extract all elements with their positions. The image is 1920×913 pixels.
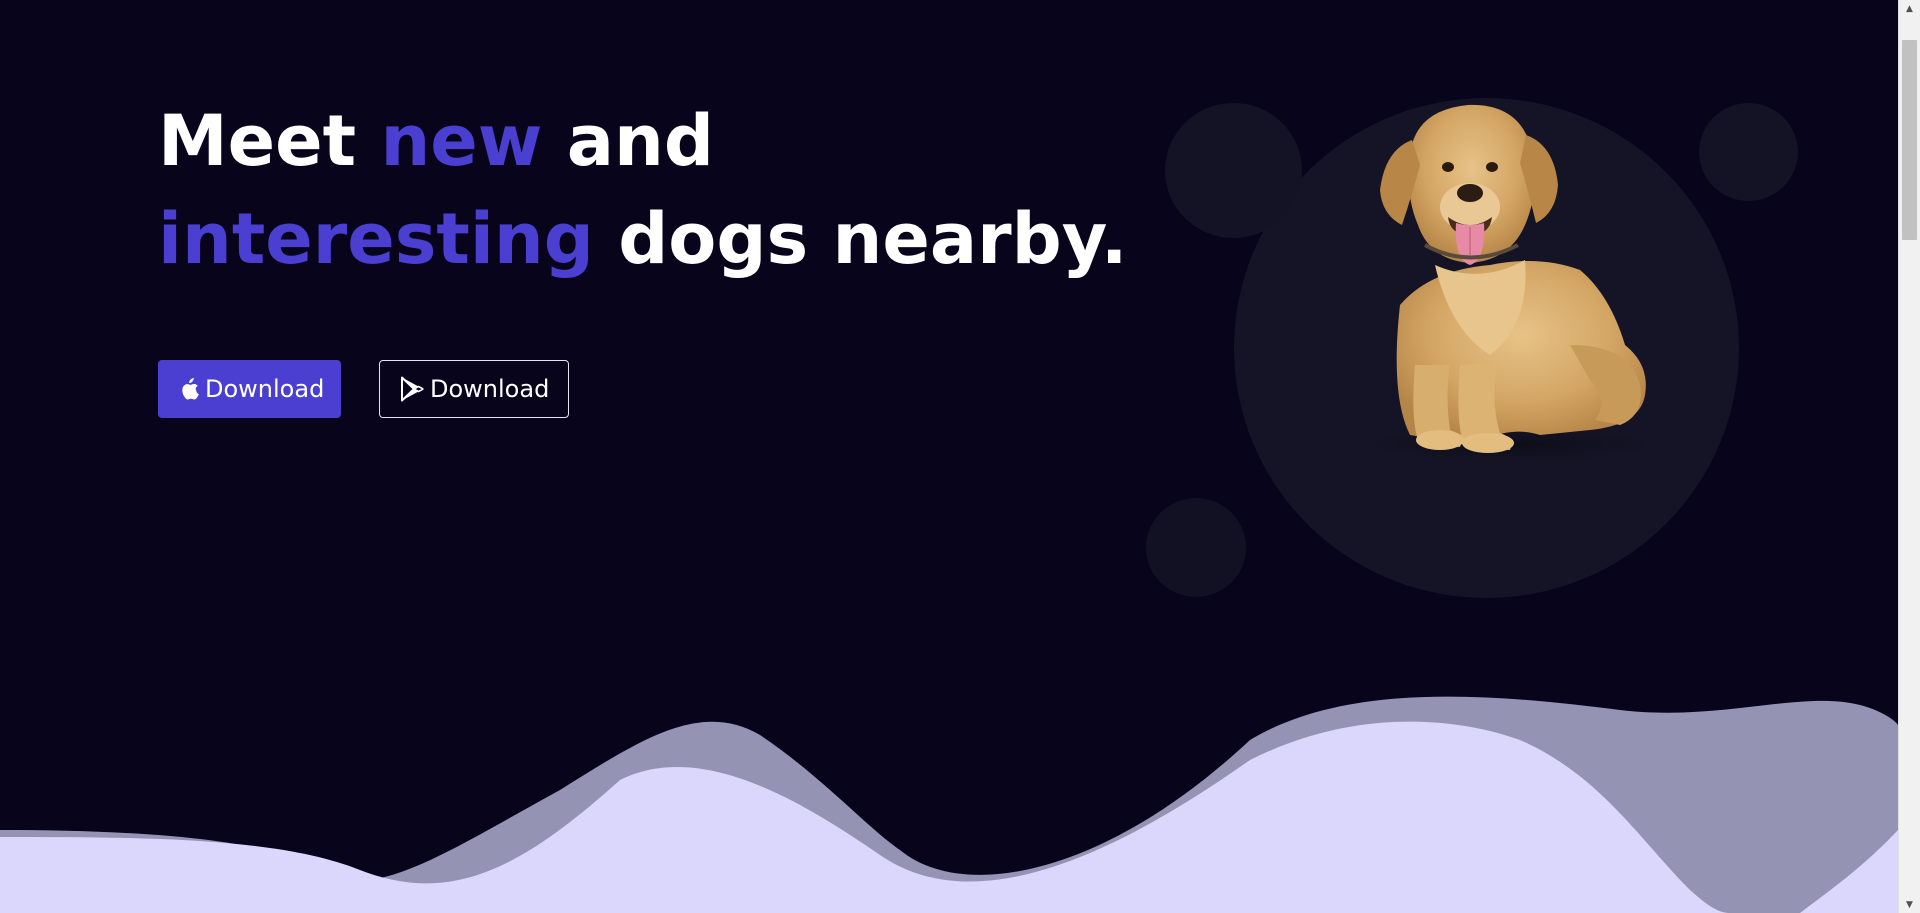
app-store-download-button[interactable]: Download [158, 360, 341, 418]
decor-circle-small [1699, 103, 1798, 201]
dog-illustration [1360, 104, 1660, 463]
page-scrollbar[interactable]: ▲ ▼ [1898, 0, 1920, 913]
decor-circle-small [1146, 498, 1246, 597]
headline-text: dogs nearby. [593, 198, 1128, 280]
chevron-down-icon[interactable]: ▼ [1899, 896, 1920, 913]
download-buttons: Download Download [158, 360, 569, 418]
hero-headline: Meet new and interesting dogs nearby. [158, 92, 1128, 288]
headline-text: Meet [158, 100, 381, 182]
google-play-download-button[interactable]: Download [379, 360, 569, 418]
google-play-download-label: Download [430, 375, 550, 403]
headline-accent: interesting [158, 198, 594, 280]
chevron-up-icon[interactable]: ▲ [1899, 0, 1920, 17]
decor-waves [0, 696, 1898, 913]
scrollbar-thumb[interactable] [1902, 40, 1917, 240]
headline-text: and [542, 100, 714, 182]
google-play-icon [400, 376, 424, 402]
decor-circle-small [1165, 103, 1302, 238]
app-store-download-label: Download [205, 375, 325, 403]
landing-page: Meet new and interesting dogs nearby. Do… [0, 0, 1898, 913]
headline-accent: new [380, 100, 543, 182]
apple-icon [179, 378, 199, 400]
